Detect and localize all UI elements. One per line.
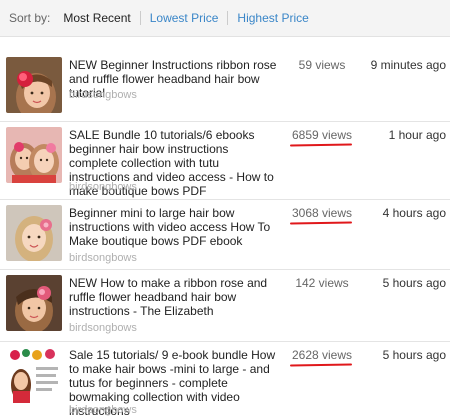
listing-row: Beginner mini to large hair bow instruct…	[0, 200, 450, 270]
listing-thumbnail[interactable]	[6, 127, 62, 183]
view-count: 3068 views	[287, 206, 357, 220]
listing-row: SALE Bundle 10 tutorials/6 ebooks beginn…	[0, 122, 450, 200]
listing-thumbnail[interactable]	[6, 57, 62, 113]
view-count: 2628 views	[287, 348, 357, 362]
shop-name[interactable]: birdsongbows	[69, 404, 137, 416]
sort-bar: Sort by: Most Recent Lowest Price Highes…	[0, 0, 450, 37]
listing-time: 5 hours ago	[382, 276, 446, 290]
listing-row: NEW How to make a ribbon rose and ruffle…	[0, 270, 450, 342]
listing-time: 5 hours ago	[382, 348, 446, 362]
sort-highest-price[interactable]: Highest Price	[228, 11, 317, 25]
shop-name[interactable]: birdsongbows	[69, 322, 137, 334]
listing-time: 4 hours ago	[382, 206, 446, 220]
listing-title[interactable]: NEW How to make a ribbon rose and ruffle…	[69, 276, 279, 318]
listing-row: Sale 15 tutorials/ 9 e-book bundle How t…	[0, 342, 450, 418]
listing-time: 1 hour ago	[388, 128, 446, 142]
sort-most-recent[interactable]: Most Recent	[63, 11, 139, 25]
shop-name[interactable]: birdsongbows	[69, 89, 137, 101]
sort-lowest-price[interactable]: Lowest Price	[141, 11, 228, 25]
listing-thumbnail[interactable]	[6, 275, 62, 331]
view-count: 59 views	[298, 58, 346, 72]
listing-thumbnail[interactable]	[6, 205, 62, 261]
sort-label: Sort by:	[9, 11, 51, 25]
shop-name[interactable]: birdsongbows	[69, 252, 137, 264]
view-count: 142 views	[295, 276, 349, 290]
shop-name[interactable]: birdsongbows	[69, 181, 137, 193]
listing-time: 9 minutes ago	[370, 58, 446, 72]
listing-title[interactable]: Beginner mini to large hair bow instruct…	[69, 206, 279, 248]
listing-thumbnail[interactable]	[6, 347, 62, 403]
listing-row: NEW Beginner Instructions ribbon rose an…	[0, 52, 450, 122]
view-count: 6859 views	[287, 128, 357, 142]
